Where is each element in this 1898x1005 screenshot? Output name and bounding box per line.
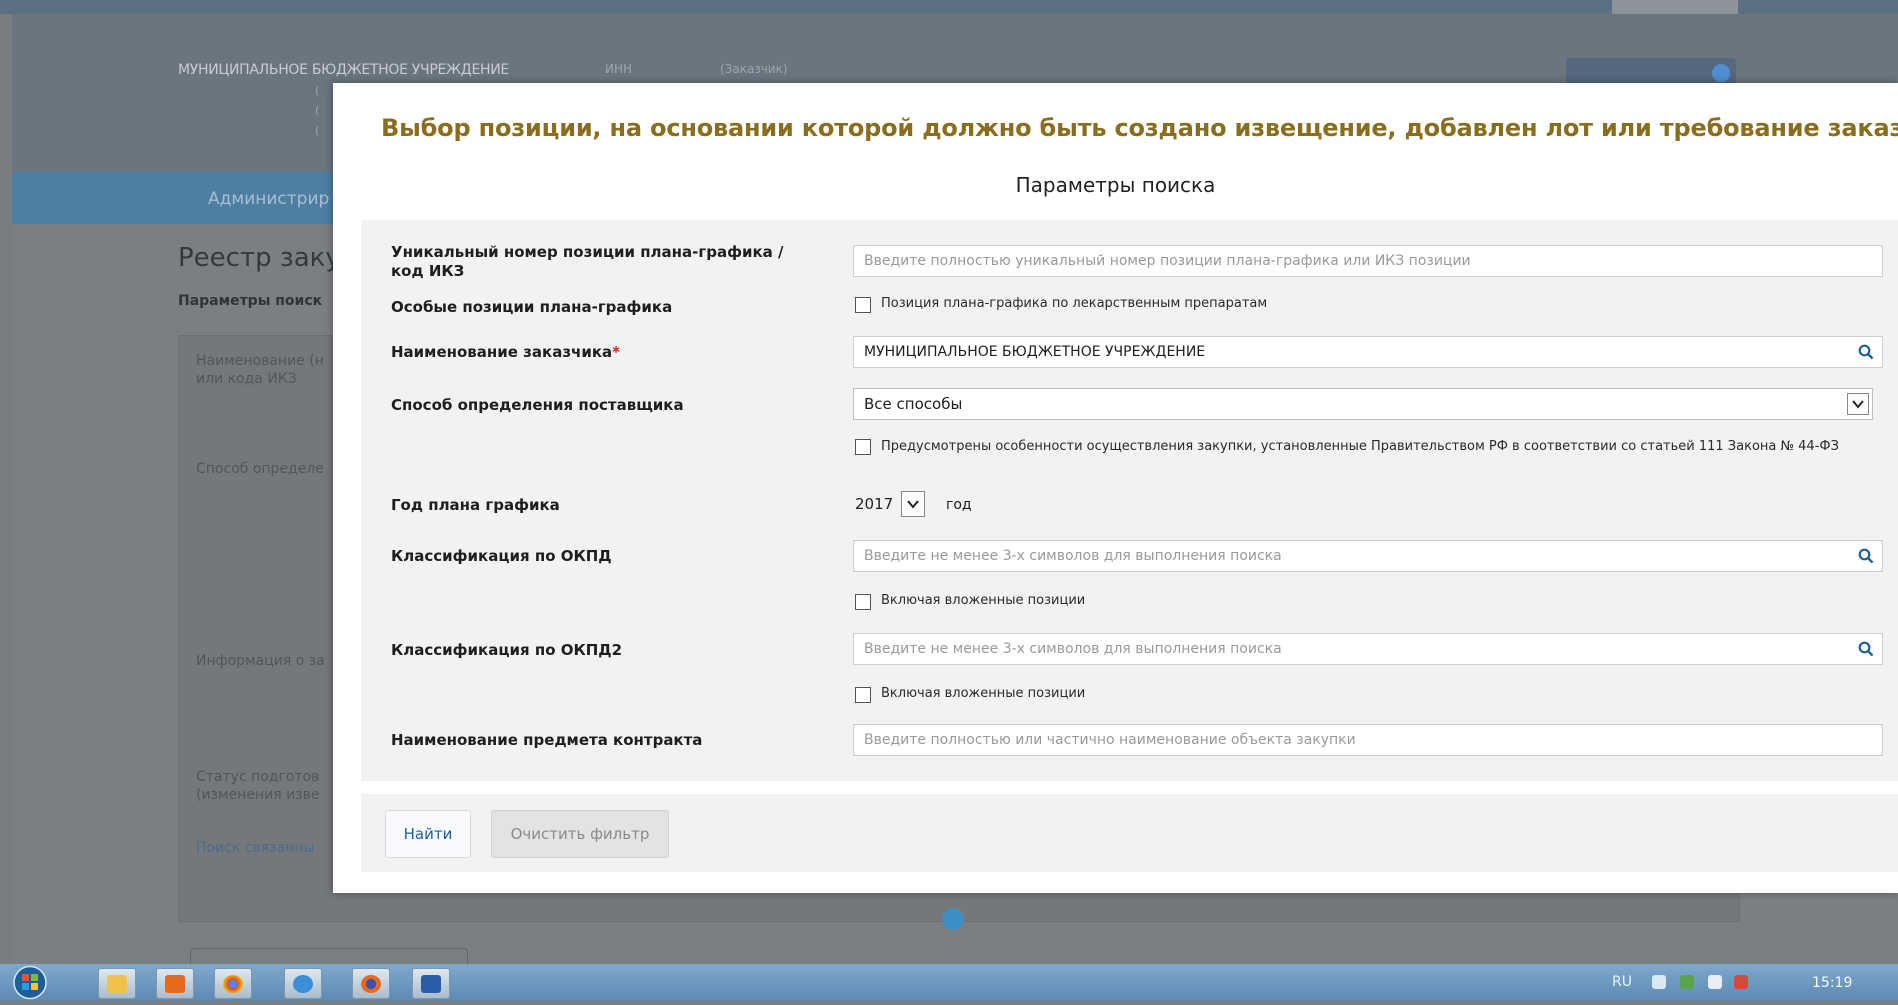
medicine-checkbox-label: Позиция плана-графика по лекарственным п… (881, 296, 1268, 311)
okpd-nested-row[interactable]: Включая вложенные позиции (855, 593, 1085, 610)
inn-label: ИНН (605, 62, 633, 76)
plan-year-label: Год плана графика (391, 496, 560, 514)
special-procurement-label: Предусмотрены особенности осуществления … (881, 439, 1839, 454)
plan-year-select[interactable]: 2017 (853, 488, 941, 520)
required-mark: * (612, 343, 620, 361)
clear-filter-button[interactable]: Очистить фильтр (491, 810, 669, 858)
battery-icon[interactable] (1708, 975, 1722, 989)
unique-number-label: Уникальный номер позиции плана-графика /… (391, 243, 784, 280)
search-icon[interactable] (1858, 641, 1874, 657)
select-position-modal: Выбор позиции, на основании которой долж… (333, 83, 1898, 893)
customer-name-label: Наименование заказчика* (391, 343, 620, 362)
bg-field-status: Статус подготов (изменения изве (196, 769, 320, 803)
bg-related-link: Поиск связанны (196, 840, 315, 856)
word-icon[interactable] (412, 968, 450, 999)
okpd2-nested-label: Включая вложенные позиции (881, 686, 1086, 701)
okpd-placeholder: Введите не менее 3-х символов для выполн… (864, 548, 1282, 564)
supplier-method-label: Способ определения поставщика (391, 396, 684, 414)
organization-name: МУНИЦИПАЛЬНОЕ БЮДЖЕТНОЕ УЧРЕЖДЕНИЕ (178, 62, 509, 78)
special-procurement-checkbox[interactable] (855, 439, 871, 455)
okpd-input[interactable]: Введите не менее 3-х символов для выполн… (853, 540, 1883, 572)
okpd2-nested-checkbox[interactable] (855, 687, 871, 703)
network-icon[interactable] (1680, 975, 1694, 989)
media-player-icon[interactable] (156, 968, 194, 999)
inn-value: (Заказчик) (720, 62, 788, 76)
volume-icon[interactable] (1734, 975, 1748, 989)
firefox-icon[interactable] (352, 968, 390, 999)
system-tray (1600, 964, 1898, 1001)
supplier-method-select[interactable]: Все способы (853, 388, 1873, 420)
supplier-method-value: Все способы (864, 395, 963, 413)
search-icon[interactable] (1858, 344, 1874, 360)
find-button[interactable]: Найти (385, 810, 471, 858)
okpd2-placeholder: Введите не менее 3-х символов для выполн… (864, 641, 1282, 657)
params-heading: Параметры поиск (178, 293, 323, 309)
windows-start-icon[interactable] (10, 964, 50, 1001)
okpd2-nested-row[interactable]: Включая вложенные позиции (855, 686, 1085, 703)
bg-field-info: Информация о за (196, 653, 325, 669)
okpd-nested-checkbox[interactable] (855, 594, 871, 610)
header-detail-3: ( (315, 124, 320, 137)
tray-expand-icon[interactable] (1652, 975, 1666, 989)
expand-circle-icon (942, 908, 964, 930)
page-title: Реестр заку (178, 243, 341, 273)
explorer-icon[interactable] (98, 968, 136, 999)
account-dot-icon (1712, 64, 1730, 82)
ie-icon[interactable] (284, 968, 322, 999)
chevron-down-icon[interactable] (1847, 393, 1869, 415)
customer-name-label-text: Наименование заказчика (391, 343, 613, 361)
language-indicator[interactable]: RU (1612, 974, 1632, 990)
customer-name-value: МУНИЦИПАЛЬНОЕ БЮДЖЕТНОЕ УЧРЕЖДЕНИЕ (864, 344, 1206, 360)
plan-year-value: 2017 (855, 495, 894, 513)
okpd-nested-label: Включая вложенные позиции (881, 593, 1086, 608)
okpd2-input[interactable]: Введите не менее 3-х символов для выполн… (853, 633, 1883, 665)
plan-year-unit: год (946, 497, 972, 513)
medicine-checkbox-row[interactable]: Позиция плана-графика по лекарственным п… (855, 296, 1267, 313)
okpd-label: Классификация по ОКПД (391, 547, 612, 565)
header-detail-2: ( (315, 104, 320, 117)
chevron-down-icon[interactable] (901, 491, 926, 517)
search-icon[interactable] (1858, 548, 1874, 564)
clock[interactable]: 15:19 (1812, 975, 1852, 991)
header-detail-1: ( (315, 84, 320, 97)
customer-name-input[interactable]: МУНИЦИПАЛЬНОЕ БЮДЖЕТНОЕ УЧРЕЖДЕНИЕ (853, 336, 1883, 368)
medicine-checkbox[interactable] (855, 297, 871, 313)
bg-field-method: Способ определе (196, 461, 324, 477)
contract-subject-label: Наименование предмета контракта (391, 731, 703, 749)
bg-field-name: Наименование (н или кода ИКЗ (196, 353, 324, 387)
okpd2-label: Классификация по ОКПД2 (391, 641, 623, 659)
special-positions-label: Особые позиции плана-графика (391, 298, 673, 316)
special-procurement-row[interactable]: Предусмотрены особенности осуществления … (855, 438, 1880, 455)
chrome-icon[interactable] (214, 968, 252, 999)
unique-number-input[interactable]: Введите полностью уникальный номер позиц… (853, 245, 1883, 277)
modal-title: Выбор позиции, на основании которой долж… (381, 114, 1898, 142)
contract-subject-input[interactable]: Введите полностью или частично наименова… (853, 724, 1883, 756)
nav-item-admin: Администрир (208, 189, 330, 209)
modal-subtitle: Параметры поиска (1015, 173, 1216, 197)
